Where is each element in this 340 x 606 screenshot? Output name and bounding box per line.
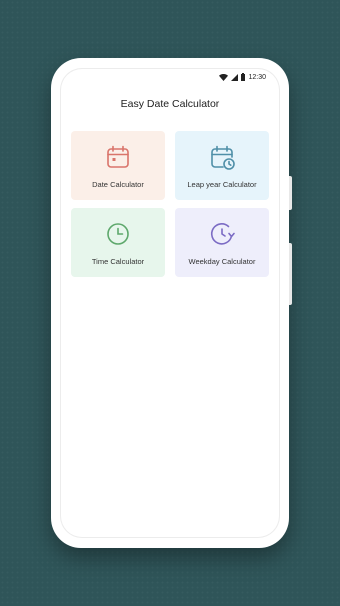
wifi-icon	[219, 73, 229, 81]
card-label: Weekday Calculator	[188, 257, 256, 266]
time-calculator-card[interactable]: Time Calculator	[71, 208, 165, 277]
calculator-grid: Date Calculator Leap year Calculator Tim…	[71, 131, 269, 277]
power-button	[289, 176, 292, 210]
date-calculator-card[interactable]: Date Calculator	[71, 131, 165, 200]
status-time: 12:30	[248, 73, 266, 81]
clock-refresh-icon	[208, 220, 236, 248]
signal-icon	[231, 73, 239, 81]
card-label: Leap year Calculator	[187, 180, 257, 189]
weekday-calculator-card[interactable]: Weekday Calculator	[175, 208, 269, 277]
card-label: Date Calculator	[92, 180, 144, 189]
clock-icon	[104, 220, 132, 248]
card-label: Time Calculator	[91, 257, 145, 266]
calendar-clock-icon	[208, 143, 236, 171]
volume-button	[289, 243, 292, 305]
leap-year-calculator-card[interactable]: Leap year Calculator	[175, 131, 269, 200]
calendar-icon	[104, 143, 132, 171]
phone-frame: 12:30 Easy Date Calculator Date Calculat…	[51, 58, 292, 548]
app-title: Easy Date Calculator	[120, 98, 220, 110]
status-bar: 12:30	[219, 70, 266, 84]
battery-icon	[241, 73, 246, 81]
app-screen: 12:30 Easy Date Calculator Date Calculat…	[60, 68, 280, 538]
